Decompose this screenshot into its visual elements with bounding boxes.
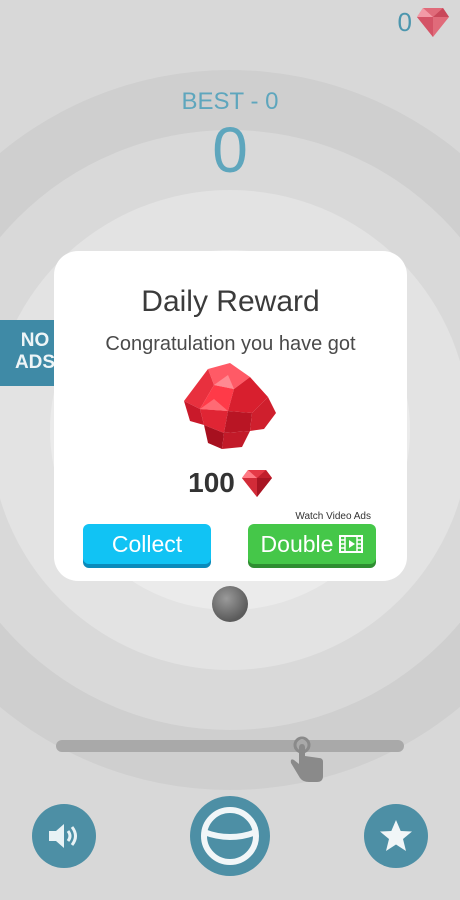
reward-amount: 100 — [54, 467, 407, 499]
double-label: Double — [260, 530, 334, 557]
speaker-icon — [49, 824, 77, 848]
game-ball — [212, 586, 248, 622]
star-icon — [380, 820, 412, 851]
play-button[interactable] — [190, 796, 270, 876]
progress-track — [56, 740, 404, 752]
double-button[interactable]: Double — [248, 524, 376, 564]
best-score: BEST - 0 — [181, 88, 279, 115]
gem-icon — [241, 470, 272, 497]
gem-counter: 0 — [398, 6, 450, 38]
gem-count: 0 — [397, 6, 412, 37]
current-score: 0 — [212, 114, 248, 186]
gem-icon — [417, 8, 449, 37]
film-icon — [339, 535, 364, 553]
dialog-title: Daily Reward — [141, 285, 320, 318]
daily-reward-dialog: Daily Reward Congratulation you have got… — [54, 251, 407, 581]
collect-button[interactable]: Collect — [83, 524, 211, 564]
ball-play-icon — [201, 807, 259, 865]
dialog-subtitle: Congratulation you have got — [105, 333, 356, 355]
collect-label: Collect — [111, 530, 183, 557]
watch-video-label: Watch Video Ads — [295, 511, 371, 522]
game-screen: 0 BEST - 0 0 NO ADS Daily Reward Congrat… — [0, 0, 460, 900]
rate-button[interactable] — [364, 804, 428, 868]
sound-button[interactable] — [32, 804, 96, 868]
tap-hand-icon — [290, 736, 323, 782]
ruby-cluster-icon — [184, 363, 276, 449]
reward-amount-value: 100 — [188, 467, 235, 498]
